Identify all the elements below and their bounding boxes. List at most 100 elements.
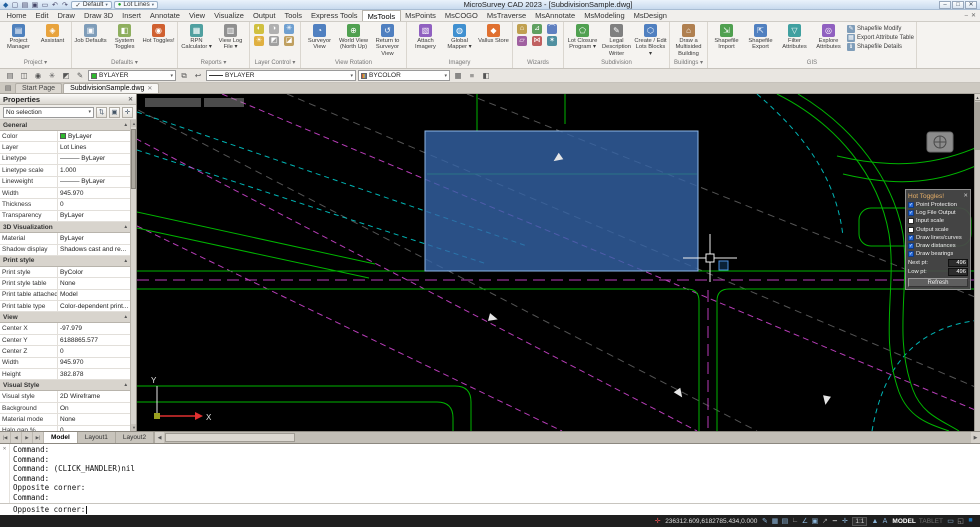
layer-lock-button[interactable]: ◩ [267,35,281,46]
maximize-button[interactable]: □ [952,1,964,9]
menu-item-visualize[interactable]: Visualize [210,10,249,21]
dynamic-input-icon[interactable]: ✛ [840,517,849,525]
display-icon[interactable]: ▭ [946,517,955,525]
layout-nav-2[interactable]: ▶ [22,432,33,443]
property-value[interactable]: 0 [58,346,130,356]
layer-freeze-icon[interactable]: ✳ [46,70,58,81]
close-icon[interactable]: ✕ [963,193,968,199]
scroll-right-icon[interactable]: ▶ [971,432,980,443]
plot-style-icon[interactable]: ▦ [452,70,464,81]
tablet-toggle[interactable]: TABLET [919,518,943,525]
checkbox-icon[interactable]: ✓ [908,210,914,216]
draw-multisided-building-button[interactable]: ⌂Draw a Multisided Building [672,23,705,57]
scroll-left-icon[interactable]: ◀ [155,432,164,443]
property-value[interactable]: ByLayer [58,211,130,221]
lineweight-icon[interactable]: ━ [830,517,839,525]
linetype-control-dropdown[interactable]: BYLAYER▾ [206,70,356,81]
otrack-icon[interactable]: ↗ [820,517,829,525]
property-value[interactable]: ——— ByLayer [58,154,130,164]
world-view-button[interactable]: ⊕World View (North Up) [337,23,370,51]
toggle-input-scale[interactable]: Input scale [908,217,968,225]
doc-window-control[interactable]: ✕ [971,12,976,19]
layer-properties-icon[interactable]: ▤ [4,70,16,81]
shapefile-import-button[interactable]: ⇲Shapefile Import [710,23,743,51]
shapefile-details-item[interactable]: ℹShapefile Details [847,43,914,51]
ribbon-group-label[interactable]: Wizards [513,59,563,68]
command-input[interactable]: Opposite corner: [0,503,980,515]
menu-item-mstools[interactable]: MsTools [362,10,401,21]
toggle-value-icon[interactable]: ⇅ [96,107,107,118]
open-file-icon[interactable]: ▤ [20,1,29,9]
navigation-widget[interactable] [927,132,953,152]
scroll-up-icon[interactable]: ▲ [975,94,980,101]
layer-unlock-button[interactable]: ◪ [282,35,296,46]
tab-layout1[interactable]: Layout1 [78,432,116,443]
checkbox-icon[interactable]: ✓ [908,235,914,241]
property-value[interactable]: ——— ByLayer [58,177,130,187]
undo-icon[interactable]: ↶ [50,1,59,9]
layout-nav-1[interactable]: ◀ [11,432,22,443]
tab-start-page[interactable]: Start Page [15,83,62,93]
wizard-star-button[interactable]: ✶ [545,35,559,46]
toggle-draw-lines-curves[interactable]: ✓Draw lines/curves [908,234,968,242]
osnap-icon[interactable]: ▣ [810,517,819,525]
scrollbar-track[interactable] [164,432,971,443]
quick-select-icon[interactable]: ▣ [109,107,120,118]
export-attribute-table-item[interactable]: ▦Export Attribute Table [847,34,914,42]
surveyor-view-button[interactable]: ◔Surveyor View [303,23,336,51]
ribbon-group-label[interactable]: Project ▾ [0,59,71,68]
menu-item-edit[interactable]: Edit [31,10,53,21]
tab-model[interactable]: Model [44,432,78,443]
shapefile-export-button[interactable]: ⇱Shapefile Export [744,23,777,51]
refresh-button[interactable]: Refresh [908,278,968,287]
legal-description-writer-button[interactable]: ✎Legal Description Writer [600,23,633,57]
close-button[interactable]: ✕ [965,1,977,9]
tab-menu-icon[interactable]: ▤ [2,83,14,93]
ribbon-group-label[interactable]: Layer Control ▾ [250,59,300,68]
checkbox-icon[interactable]: ✓ [908,202,914,208]
viewport-controls[interactable] [145,98,244,107]
toggle-log-file-output[interactable]: ✓Log File Output [908,209,968,217]
field-value[interactable]: 496 [948,259,968,267]
plotstyle-control-dropdown[interactable]: BYCOLOR▾ [358,70,450,81]
menu-item-mspoints[interactable]: MsPoints [401,10,441,21]
menu-item-insert[interactable]: Insert [118,10,146,21]
property-value[interactable]: 0 [58,199,130,209]
explore-attributes-button[interactable]: ◎Explore Attributes [812,23,845,51]
match-properties-icon[interactable]: ⧉ [178,70,190,81]
toggle-draw-bearings[interactable]: ✓Draw bearings [908,250,968,258]
rpn-calculator-button[interactable]: ▦RPN Calculator ▾ [180,23,213,51]
model-space-toggle[interactable]: MODEL [892,518,915,525]
menu-item-msannotate[interactable]: MsAnnotate [531,10,580,21]
layer-off-button[interactable]: ◑ [267,23,281,34]
wizard-curve-button[interactable]: ⌒ [545,23,559,34]
toggle-output-scale[interactable]: Output scale [908,226,968,234]
hot-toggles-button[interactable]: ◉Hot Toggles! [142,23,175,44]
menu-item-tools[interactable]: Tools [280,10,307,21]
property-value[interactable]: Lot Lines [58,142,130,152]
property-value[interactable]: 945.970 [58,358,130,368]
ribbon-group-label[interactable]: Subdivision [564,59,669,68]
layout-nav-3[interactable]: ▶| [33,432,44,443]
ribbon-group-label[interactable]: Imagery [407,59,512,68]
tab-layout2[interactable]: Layout2 [116,432,154,443]
menu-item-msmodeling[interactable]: MsModeling [580,10,629,21]
scrollbar-thumb[interactable] [131,129,136,189]
menu-item-home[interactable]: Home [2,10,31,21]
ribbon-group-label[interactable]: Defaults ▾ [72,59,177,68]
clean-screen-icon[interactable]: ◱ [956,517,965,525]
property-value[interactable]: ByLayer [58,131,130,141]
save-icon[interactable]: ▣ [30,1,39,9]
polar-icon[interactable]: ∠ [800,517,809,525]
layer-on-button[interactable]: ◐ [252,23,266,34]
property-value[interactable]: 382.878 [58,369,130,379]
ribbon-group-label[interactable]: GIS [708,59,916,68]
menu-item-msdesign[interactable]: MsDesign [629,10,671,21]
filter-attributes-button[interactable]: ▽Filter Attributes [778,23,811,51]
ribbon-group-label[interactable]: Reports ▾ [178,59,249,68]
layer-previous-icon[interactable]: ↩ [192,70,204,81]
property-value[interactable]: Color-dependent print... [58,301,130,311]
close-panel-icon[interactable]: ✕ [128,96,133,103]
menu-item-express-tools[interactable]: Express Tools [307,10,363,21]
doc-window-control[interactable]: – [965,13,968,19]
